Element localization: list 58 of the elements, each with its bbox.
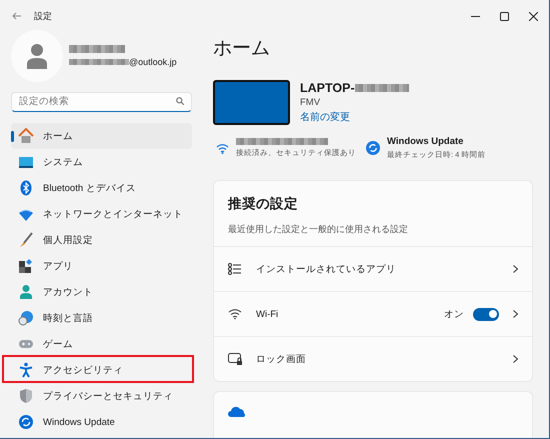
- pixelated-email: [69, 59, 129, 65]
- nav-item[interactable]: Bluetooth とデバイス: [11, 175, 192, 201]
- settings-row[interactable]: Wi-Fi オン: [214, 292, 532, 337]
- wifi-icon: [228, 308, 242, 320]
- home-icon: [18, 128, 34, 144]
- device-model: FMV: [300, 97, 322, 108]
- row-label: Wi-Fi: [256, 308, 278, 320]
- row-label: ロック画面: [256, 352, 306, 366]
- wifi-icon: [216, 142, 229, 154]
- nav-item[interactable]: ホーム: [11, 123, 192, 149]
- nav-item[interactable]: ネットワークとインターネット: [11, 201, 192, 227]
- sync-icon: [366, 141, 380, 155]
- nav-item[interactable]: アプリ: [11, 253, 192, 279]
- apps-icon: [18, 258, 34, 274]
- cloud-icon: [228, 406, 247, 417]
- accessibility-icon: [18, 362, 34, 378]
- sync-icon: [18, 414, 34, 430]
- maximize-icon[interactable]: [500, 12, 509, 20]
- paintbrush-icon: [18, 232, 34, 248]
- lock-screen-icon: [228, 353, 242, 365]
- chevron-icon: [513, 265, 518, 273]
- pixelated-name: [69, 45, 125, 53]
- nav-item[interactable]: アカウント: [11, 279, 192, 305]
- account-email: @outlook.jp: [129, 57, 177, 67]
- card-subtitle: 最近使用した設定と一般的に使用される設定: [228, 223, 409, 236]
- nav-item[interactable]: Windows Update: [11, 409, 192, 435]
- nav-item[interactable]: ゲーム: [11, 331, 192, 357]
- settings-row[interactable]: インストールされているアプリ: [214, 247, 532, 292]
- search-field[interactable]: 設定の検索: [11, 92, 192, 112]
- back-arrow-icon[interactable]: [12, 12, 22, 20]
- chevron-icon: [513, 310, 518, 318]
- row-label: インストールされているアプリ: [256, 262, 396, 276]
- close-icon[interactable]: [529, 12, 538, 20]
- toggle-switch[interactable]: [473, 308, 499, 320]
- selection-indicator: [11, 131, 14, 142]
- nav-item[interactable]: 時刻と言語: [11, 305, 192, 331]
- toggle-state: オン: [444, 308, 464, 320]
- monitor-icon: [18, 154, 34, 170]
- chevron-icon: [513, 355, 518, 363]
- status-title: Windows Update: [387, 136, 464, 147]
- pixelated-device-name: [354, 84, 409, 92]
- person-icon: [26, 43, 48, 69]
- device-name: LAPTOP-: [300, 81, 355, 95]
- nav-item[interactable]: アクセシビリティ: [11, 357, 192, 383]
- page-title: ホーム: [213, 37, 271, 61]
- nav-item[interactable]: システム: [11, 149, 192, 175]
- nav-item[interactable]: プライバシーとセキュリティ: [11, 383, 192, 409]
- card-title: 推奨の設定: [228, 195, 299, 213]
- person-icon: [18, 284, 34, 300]
- rename-link[interactable]: 名前の変更: [300, 110, 409, 124]
- search-icon: [176, 97, 184, 105]
- nav-item[interactable]: 個人用設定: [11, 227, 192, 253]
- bluetooth-icon: [18, 180, 34, 196]
- shield-icon: [18, 388, 34, 404]
- list-icon: [228, 263, 242, 275]
- window-title: 設定: [34, 10, 52, 22]
- globe-clock-icon: [18, 310, 34, 326]
- settings-row[interactable]: ロック画面: [214, 337, 532, 381]
